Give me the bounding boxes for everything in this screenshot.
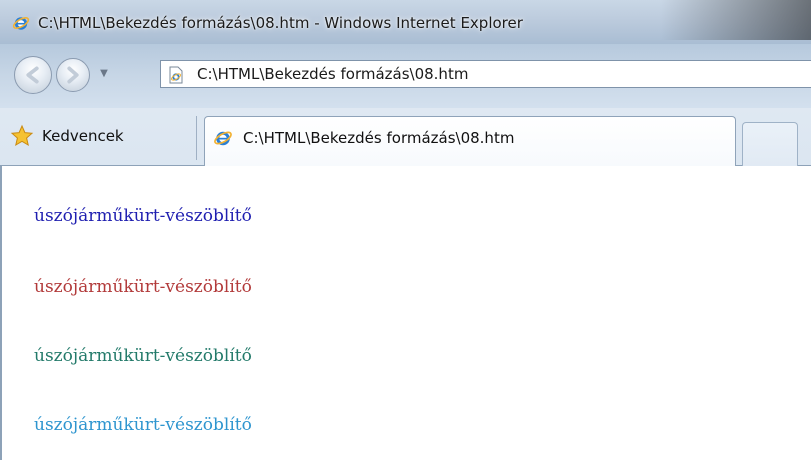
ie-icon (12, 14, 30, 32)
forward-button[interactable] (56, 58, 90, 92)
toolbar-divider (196, 116, 197, 160)
chevron-down-icon: ▼ (100, 68, 108, 79)
favorites-bar: Kedvencek C:\HTML\Bekezdés formázás\08.h… (0, 108, 811, 166)
paragraph-3: úszójárműkürt-vészöblítő (34, 346, 252, 366)
favorites-button[interactable]: Kedvencek (4, 116, 192, 158)
star-icon (10, 124, 34, 148)
title-bar[interactable]: C:\HTML\Bekezdés formázás\08.htm - Windo… (0, 0, 811, 44)
forward-arrow-icon (67, 66, 79, 84)
title-bar-shade (661, 0, 811, 40)
window-title: C:\HTML\Bekezdés formázás\08.htm - Windo… (38, 14, 523, 32)
back-arrow-icon (26, 66, 39, 84)
tab-label: C:\HTML\Bekezdés formázás\08.htm (243, 129, 515, 147)
paragraph-2: úszójárműkürt-vészöblítő (34, 277, 252, 297)
page-icon (167, 66, 185, 84)
navigation-bar: ▼ C:\HTML\Bekezdés formázás\08.htm (0, 44, 811, 108)
browser-window: C:\HTML\Bekezdés formázás\08.htm - Windo… (0, 0, 811, 460)
paragraph-4: úszójárműkürt-vészöblítő (34, 415, 252, 435)
ie-icon (213, 128, 233, 148)
address-bar[interactable]: C:\HTML\Bekezdés formázás\08.htm (160, 60, 811, 88)
favorites-label: Kedvencek (42, 127, 124, 145)
new-tab-button[interactable] (742, 122, 798, 166)
back-button[interactable] (14, 56, 52, 94)
paragraph-1: úszójárműkürt-vészöblítő (34, 206, 252, 226)
page-content: úszójárműkürt-vészöblítő úszójárműkürt-v… (0, 166, 811, 460)
address-text: C:\HTML\Bekezdés formázás\08.htm (197, 65, 469, 83)
recent-pages-dropdown[interactable]: ▼ (96, 60, 112, 88)
tab-active[interactable]: C:\HTML\Bekezdés formázás\08.htm (204, 116, 736, 166)
